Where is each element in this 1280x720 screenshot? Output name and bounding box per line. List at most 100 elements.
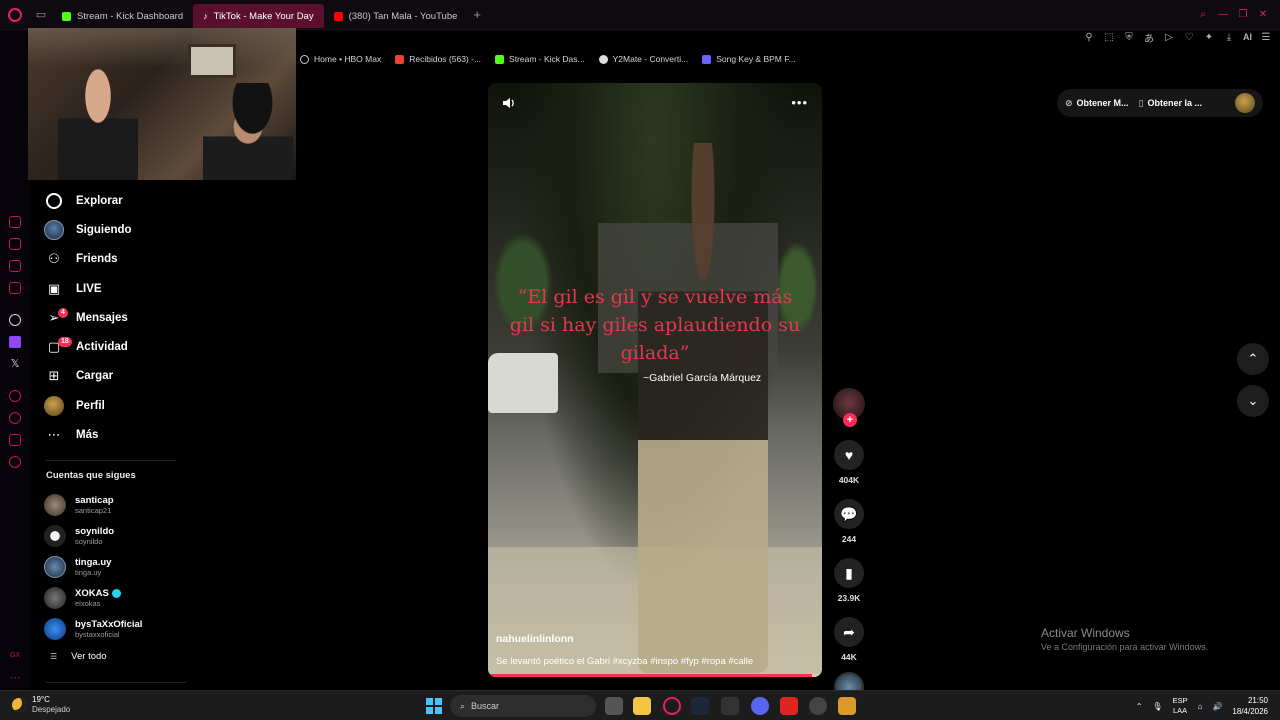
video-player[interactable]: “El gil es gil y se vuelve más gil si ha… <box>488 83 822 677</box>
nav-mensajes[interactable]: ➢ 4 Mensajes <box>40 303 280 332</box>
shield-icon[interactable]: ⛨ <box>1123 32 1135 43</box>
bookmark-kick[interactable]: Stream - Kick Das... <box>495 54 585 64</box>
bookmark-hbo[interactable]: Home • HBO Max <box>300 54 381 64</box>
chatgpt-icon[interactable] <box>9 314 21 326</box>
nav-siguiendo[interactable]: Siguiendo <box>40 215 280 244</box>
volume-icon[interactable] <box>502 97 516 109</box>
opera-logo-icon[interactable] <box>0 0 30 30</box>
bookmark-songkey[interactable]: Song Key & BPM F... <box>702 54 796 64</box>
heart-icon[interactable]: ♡ <box>1183 32 1195 43</box>
windows-taskbar: 19°C Despejado ⌕ Buscar ⌃ 🎙 ESP LAA ⌂ 🔊 … <box>0 690 1280 720</box>
microphone-icon[interactable]: 🎙 <box>1152 702 1162 711</box>
nav-perfil[interactable]: Perfil <box>40 391 280 420</box>
x-icon[interactable]: 𝕏 <box>9 358 21 370</box>
tab-tiktok[interactable]: ♪ TikTok - Make Your Day <box>193 4 324 28</box>
tab-youtube[interactable]: (380) Tan Mala - YouTube <box>324 4 468 28</box>
previous-video-button[interactable]: ⌃ <box>1237 343 1269 375</box>
taskbar-search[interactable]: ⌕ Buscar <box>450 695 596 717</box>
twitch-icon[interactable] <box>9 336 21 348</box>
get-app-button[interactable]: ▯ Obtener la ... <box>1139 98 1202 109</box>
next-video-button[interactable]: ⌄ <box>1237 385 1269 417</box>
chevron-up-icon[interactable]: ⌃ <box>1136 702 1143 711</box>
epic-games-icon[interactable] <box>721 697 739 715</box>
minimize-icon[interactable]: — <box>1216 8 1230 22</box>
account-bystaxx[interactable]: bysTaXxOficial bystaxxoficial <box>44 613 244 644</box>
bookmark-label: Stream - Kick Das... <box>509 54 585 64</box>
music-icon[interactable] <box>9 282 21 294</box>
settings-icon[interactable] <box>9 456 21 468</box>
opera-gx-icon[interactable] <box>663 697 681 715</box>
nav-cargar[interactable]: ⊞ Cargar <box>40 362 280 391</box>
see-all-link[interactable]: ☰ Ver todo <box>50 651 107 662</box>
avatar <box>44 617 66 640</box>
video-username[interactable]: nahuelinlinlonn <box>496 633 574 645</box>
ai-button[interactable]: AI <box>1243 32 1252 42</box>
pinboard-icon[interactable] <box>9 238 21 250</box>
sidebar-more-icon[interactable]: ⋯ <box>9 672 21 684</box>
comment-icon[interactable]: 💬 <box>834 499 864 529</box>
video-progress-bar[interactable] <box>488 674 822 677</box>
more-options-icon[interactable]: ••• <box>791 95 808 110</box>
account-name: XOKAS <box>75 588 121 599</box>
volume-icon[interactable]: 🔊 <box>1212 702 1222 711</box>
close-icon[interactable]: ✕ <box>1256 8 1270 22</box>
tab-islands-icon[interactable]: ▭ <box>30 0 52 30</box>
compass-icon <box>44 191 64 211</box>
obs-icon[interactable] <box>809 697 827 715</box>
steam-icon[interactable] <box>691 697 709 715</box>
messenger-icon[interactable] <box>9 260 21 272</box>
maximize-icon[interactable]: ❐ <box>1236 8 1250 22</box>
gx-icon[interactable]: GX <box>9 650 21 662</box>
nav-explorar[interactable]: Explorar <box>40 186 280 215</box>
kick-icon <box>495 54 505 64</box>
get-coins-button[interactable]: ⊘ Obtener M... <box>1065 98 1129 109</box>
aria-icon[interactable] <box>9 216 21 228</box>
app-icon[interactable] <box>838 697 856 715</box>
clock[interactable]: 21:50 18/4/2026 <box>1232 695 1268 717</box>
creator-avatar[interactable]: + <box>833 388 865 427</box>
pin-icon[interactable]: ⚲ <box>1083 32 1095 43</box>
share-icon[interactable]: ➦ <box>834 617 864 647</box>
file-explorer-icon[interactable] <box>633 697 651 715</box>
heart-icon[interactable]: ♥ <box>834 440 864 470</box>
recording-app-icon[interactable] <box>780 697 798 715</box>
search-tabs-icon[interactable]: ⌕ <box>1196 8 1210 22</box>
translate-icon[interactable]: あ <box>1143 30 1155 45</box>
history-icon[interactable] <box>9 412 21 424</box>
bookmark-y2mate[interactable]: Y2Mate - Converti... <box>598 54 688 64</box>
gmail-icon <box>395 54 405 64</box>
language-indicator[interactable]: ESP LAA <box>1173 696 1188 716</box>
nav-mas[interactable]: ⋯ Más <box>40 420 280 449</box>
account-santicap[interactable]: santicap santicap21 <box>44 489 244 520</box>
windows-activation-watermark: Activar Windows Ve a Configuración para … <box>1041 626 1208 652</box>
play-icon[interactable]: ▷ <box>1163 32 1175 43</box>
share-count: 44K <box>841 652 857 662</box>
discord-icon[interactable] <box>751 697 769 715</box>
nav-actividad[interactable]: ▢ 18 Actividad <box>40 332 280 361</box>
chevron-down-icon: ⌄ <box>1247 393 1259 408</box>
extension-icon[interactable]: ✦ <box>1203 32 1215 43</box>
snapshot-icon[interactable]: ⬚ <box>1103 32 1115 43</box>
windows-start-icon[interactable] <box>426 698 442 714</box>
bookmark-icon[interactable]: ▮ <box>834 558 864 588</box>
download-icon[interactable]: ⤓ <box>1223 32 1235 43</box>
upload-icon: ⊞ <box>48 368 60 384</box>
extensions-icon[interactable] <box>9 434 21 446</box>
account-soynildo[interactable]: soynildo soynildo <box>44 520 244 551</box>
nav-live[interactable]: ▣ LIVE <box>40 274 280 303</box>
account-tinga[interactable]: tinga.uy tinga.uy <box>44 551 244 582</box>
nav-friends[interactable]: ⚇ Friends <box>40 245 280 274</box>
network-icon[interactable]: ⌂ <box>1198 702 1203 711</box>
bookmark-gmail[interactable]: Recibidos (563) -... <box>395 54 481 64</box>
menu-icon[interactable]: ☰ <box>1260 32 1272 43</box>
y2mate-icon <box>598 54 608 64</box>
user-avatar[interactable] <box>1235 93 1255 113</box>
tab-kick-dashboard[interactable]: Stream - Kick Dashboard <box>52 4 193 28</box>
bookmark-label: Recibidos (563) -... <box>409 54 482 64</box>
player-icon[interactable] <box>9 390 21 402</box>
weather-widget[interactable]: 19°C Despejado <box>12 695 70 715</box>
follow-plus-icon[interactable]: + <box>843 413 857 427</box>
new-tab-button[interactable]: + <box>473 7 481 22</box>
account-xokas[interactable]: XOKAS elxokas <box>44 582 244 613</box>
task-view-icon[interactable] <box>605 697 623 715</box>
